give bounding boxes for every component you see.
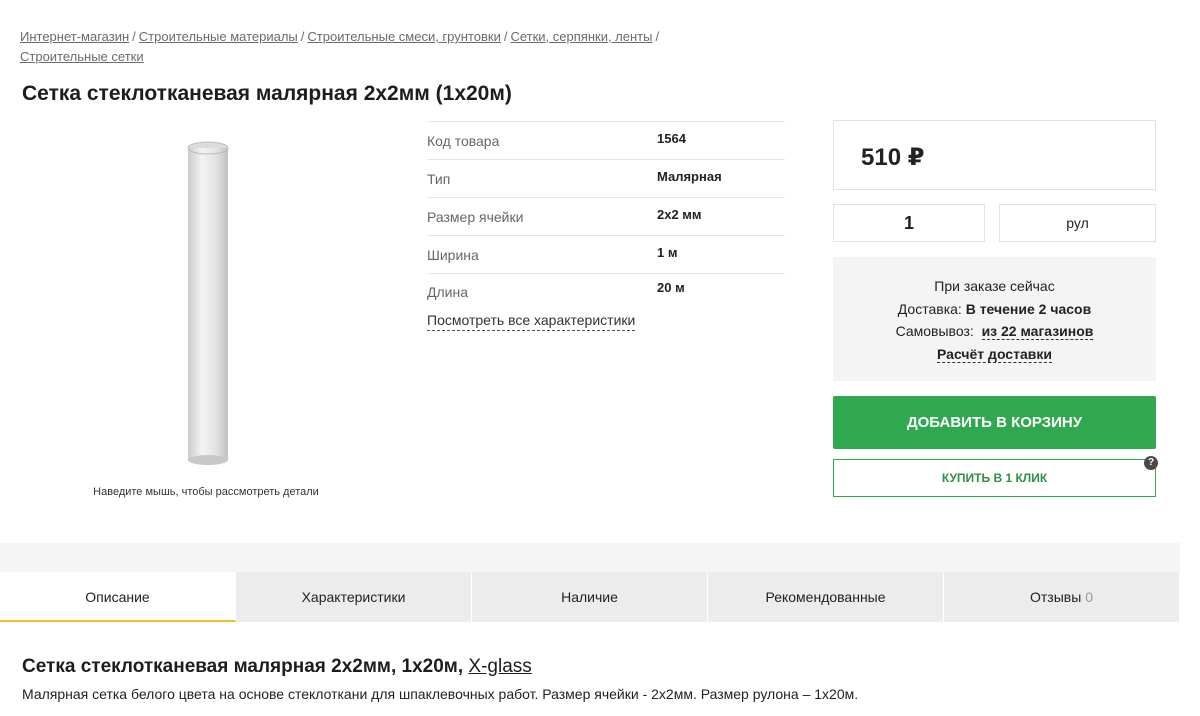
- spec-row-length: Длина 20 м: [427, 273, 785, 311]
- description-text: Малярная сетка белого цвета на основе ст…: [22, 686, 859, 702]
- reviews-count: 0: [1085, 589, 1093, 605]
- tab-label: Рекомендованные: [765, 589, 886, 605]
- page-title: Сетка стеклотканевая малярная 2х2мм (1х2…: [22, 82, 512, 105]
- spec-name: Размер ячейки: [427, 208, 524, 225]
- delivery-value: В течение 2 часов: [965, 300, 1092, 317]
- order-now-label: При заказе сейчас: [934, 278, 1055, 294]
- breadcrumb-link-mixtures[interactable]: Строительные смеси, грунтовки: [307, 29, 500, 44]
- price-box: 510 ₽: [833, 120, 1156, 190]
- unit-selector[interactable]: рул: [999, 204, 1156, 242]
- spec-name: Ширина: [427, 246, 479, 263]
- description-title-text: Сетка стеклотканевая малярная 2х2мм, 1х2…: [22, 656, 464, 677]
- delivery-info: При заказе сейчас Доставка: В течение 2 …: [833, 257, 1156, 381]
- quantity-input[interactable]: 1: [833, 204, 985, 242]
- delivery-calc-link[interactable]: Расчёт доставки: [937, 345, 1052, 363]
- spec-row-width: Ширина 1 м: [427, 235, 785, 273]
- delivery-line: Доставка: В течение 2 часов: [833, 298, 1156, 321]
- section-divider: [0, 543, 1180, 572]
- price: 510 ₽: [861, 144, 925, 171]
- spec-table: Код товара 1564 Тип Малярная Размер ячей…: [427, 121, 785, 311]
- breadcrumb-link-meshes-tapes[interactable]: Сетки, серпянки, ленты: [510, 29, 652, 44]
- breadcrumb-link-building-meshes[interactable]: Строительные сетки: [20, 49, 144, 64]
- calc-line: Расчёт доставки: [833, 343, 1156, 366]
- product-image[interactable]: [160, 138, 250, 470]
- delivery-label: Доставка:: [897, 300, 962, 317]
- breadcrumb-separator: /: [300, 29, 305, 44]
- pickup-line: Самовывоз: из 22 магазинов: [833, 320, 1156, 343]
- tab-availability[interactable]: Наличие: [472, 572, 708, 622]
- tab-label: Наличие: [561, 589, 618, 605]
- spec-value: Малярная: [657, 169, 722, 184]
- all-specs-link[interactable]: Посмотреть все характеристики: [427, 312, 636, 331]
- mesh-roll-image: [187, 141, 229, 465]
- page-scrollbar[interactable]: [1180, 0, 1200, 716]
- spec-name: Тип: [427, 170, 451, 187]
- tab-label: Описание: [85, 589, 150, 605]
- spec-name: Код товара: [427, 132, 500, 149]
- buy-one-click-button[interactable]: КУПИТЬ В 1 КЛИК: [833, 459, 1156, 497]
- breadcrumb-link-shop[interactable]: Интернет-магазин: [20, 29, 129, 44]
- spec-row-code: Код товара 1564: [427, 121, 785, 159]
- spec-value: 20 м: [657, 280, 685, 295]
- pickup-label: Самовывоз:: [895, 323, 974, 339]
- tab-recommended[interactable]: Рекомендованные: [708, 572, 944, 622]
- tab-label: Отзывы: [1030, 589, 1082, 605]
- breadcrumb: Интернет-магазин / Строительные материалы /…: [20, 27, 720, 67]
- spec-row-cell-size: Размер ячейки 2х2 мм: [427, 197, 785, 235]
- spec-value: 1564: [657, 131, 686, 146]
- tab-reviews[interactable]: Отзывы 0: [944, 572, 1180, 622]
- breadcrumb-separator: /: [503, 29, 508, 44]
- spec-name: Длина: [427, 284, 468, 300]
- description-title: Сетка стеклотканевая малярная 2х2мм, 1х2…: [22, 656, 532, 678]
- pickup-stores-link[interactable]: из 22 магазинов: [981, 323, 1094, 340]
- spec-value: 1 м: [657, 245, 678, 260]
- brand-link[interactable]: X-glass: [468, 656, 531, 677]
- spec-value: 2х2 мм: [657, 207, 702, 222]
- tab-label: Характеристики: [301, 589, 406, 605]
- product-tabs: Описание Характеристики Наличие Рекоменд…: [0, 572, 1180, 622]
- tab-description[interactable]: Описание: [0, 572, 236, 622]
- image-zoom-hint: Наведите мышь, чтобы рассмотреть детали: [93, 486, 319, 498]
- breadcrumb-separator: /: [132, 29, 136, 44]
- spec-row-type: Тип Малярная: [427, 159, 785, 197]
- add-to-cart-button[interactable]: ДОБАВИТЬ В КОРЗИНУ: [833, 396, 1156, 449]
- breadcrumb-link-building-materials[interactable]: Строительные материалы: [139, 29, 298, 44]
- tab-characteristics[interactable]: Характеристики: [236, 572, 472, 622]
- help-icon[interactable]: ?: [1144, 456, 1158, 470]
- breadcrumb-separator: /: [655, 29, 660, 44]
